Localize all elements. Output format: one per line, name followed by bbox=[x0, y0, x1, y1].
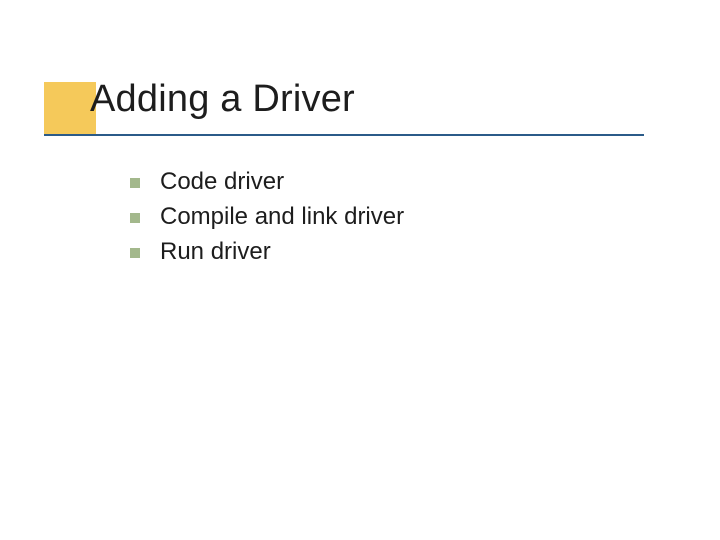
list-item: Compile and link driver bbox=[130, 203, 404, 231]
title-accent-box bbox=[44, 82, 96, 134]
list-item: Run driver bbox=[130, 238, 404, 266]
title-area: Adding a Driver bbox=[90, 78, 355, 121]
bullet-list: Code driver Compile and link driver Run … bbox=[130, 168, 404, 273]
bullet-text: Run driver bbox=[160, 238, 271, 266]
bullet-text: Code driver bbox=[160, 168, 284, 196]
square-bullet-icon bbox=[130, 213, 140, 223]
square-bullet-icon bbox=[130, 178, 140, 188]
title-underline bbox=[44, 134, 644, 136]
slide-title: Adding a Driver bbox=[90, 78, 355, 121]
slide: Adding a Driver Code driver Compile and … bbox=[0, 0, 720, 540]
bullet-text: Compile and link driver bbox=[160, 203, 404, 231]
square-bullet-icon bbox=[130, 248, 140, 258]
list-item: Code driver bbox=[130, 168, 404, 196]
